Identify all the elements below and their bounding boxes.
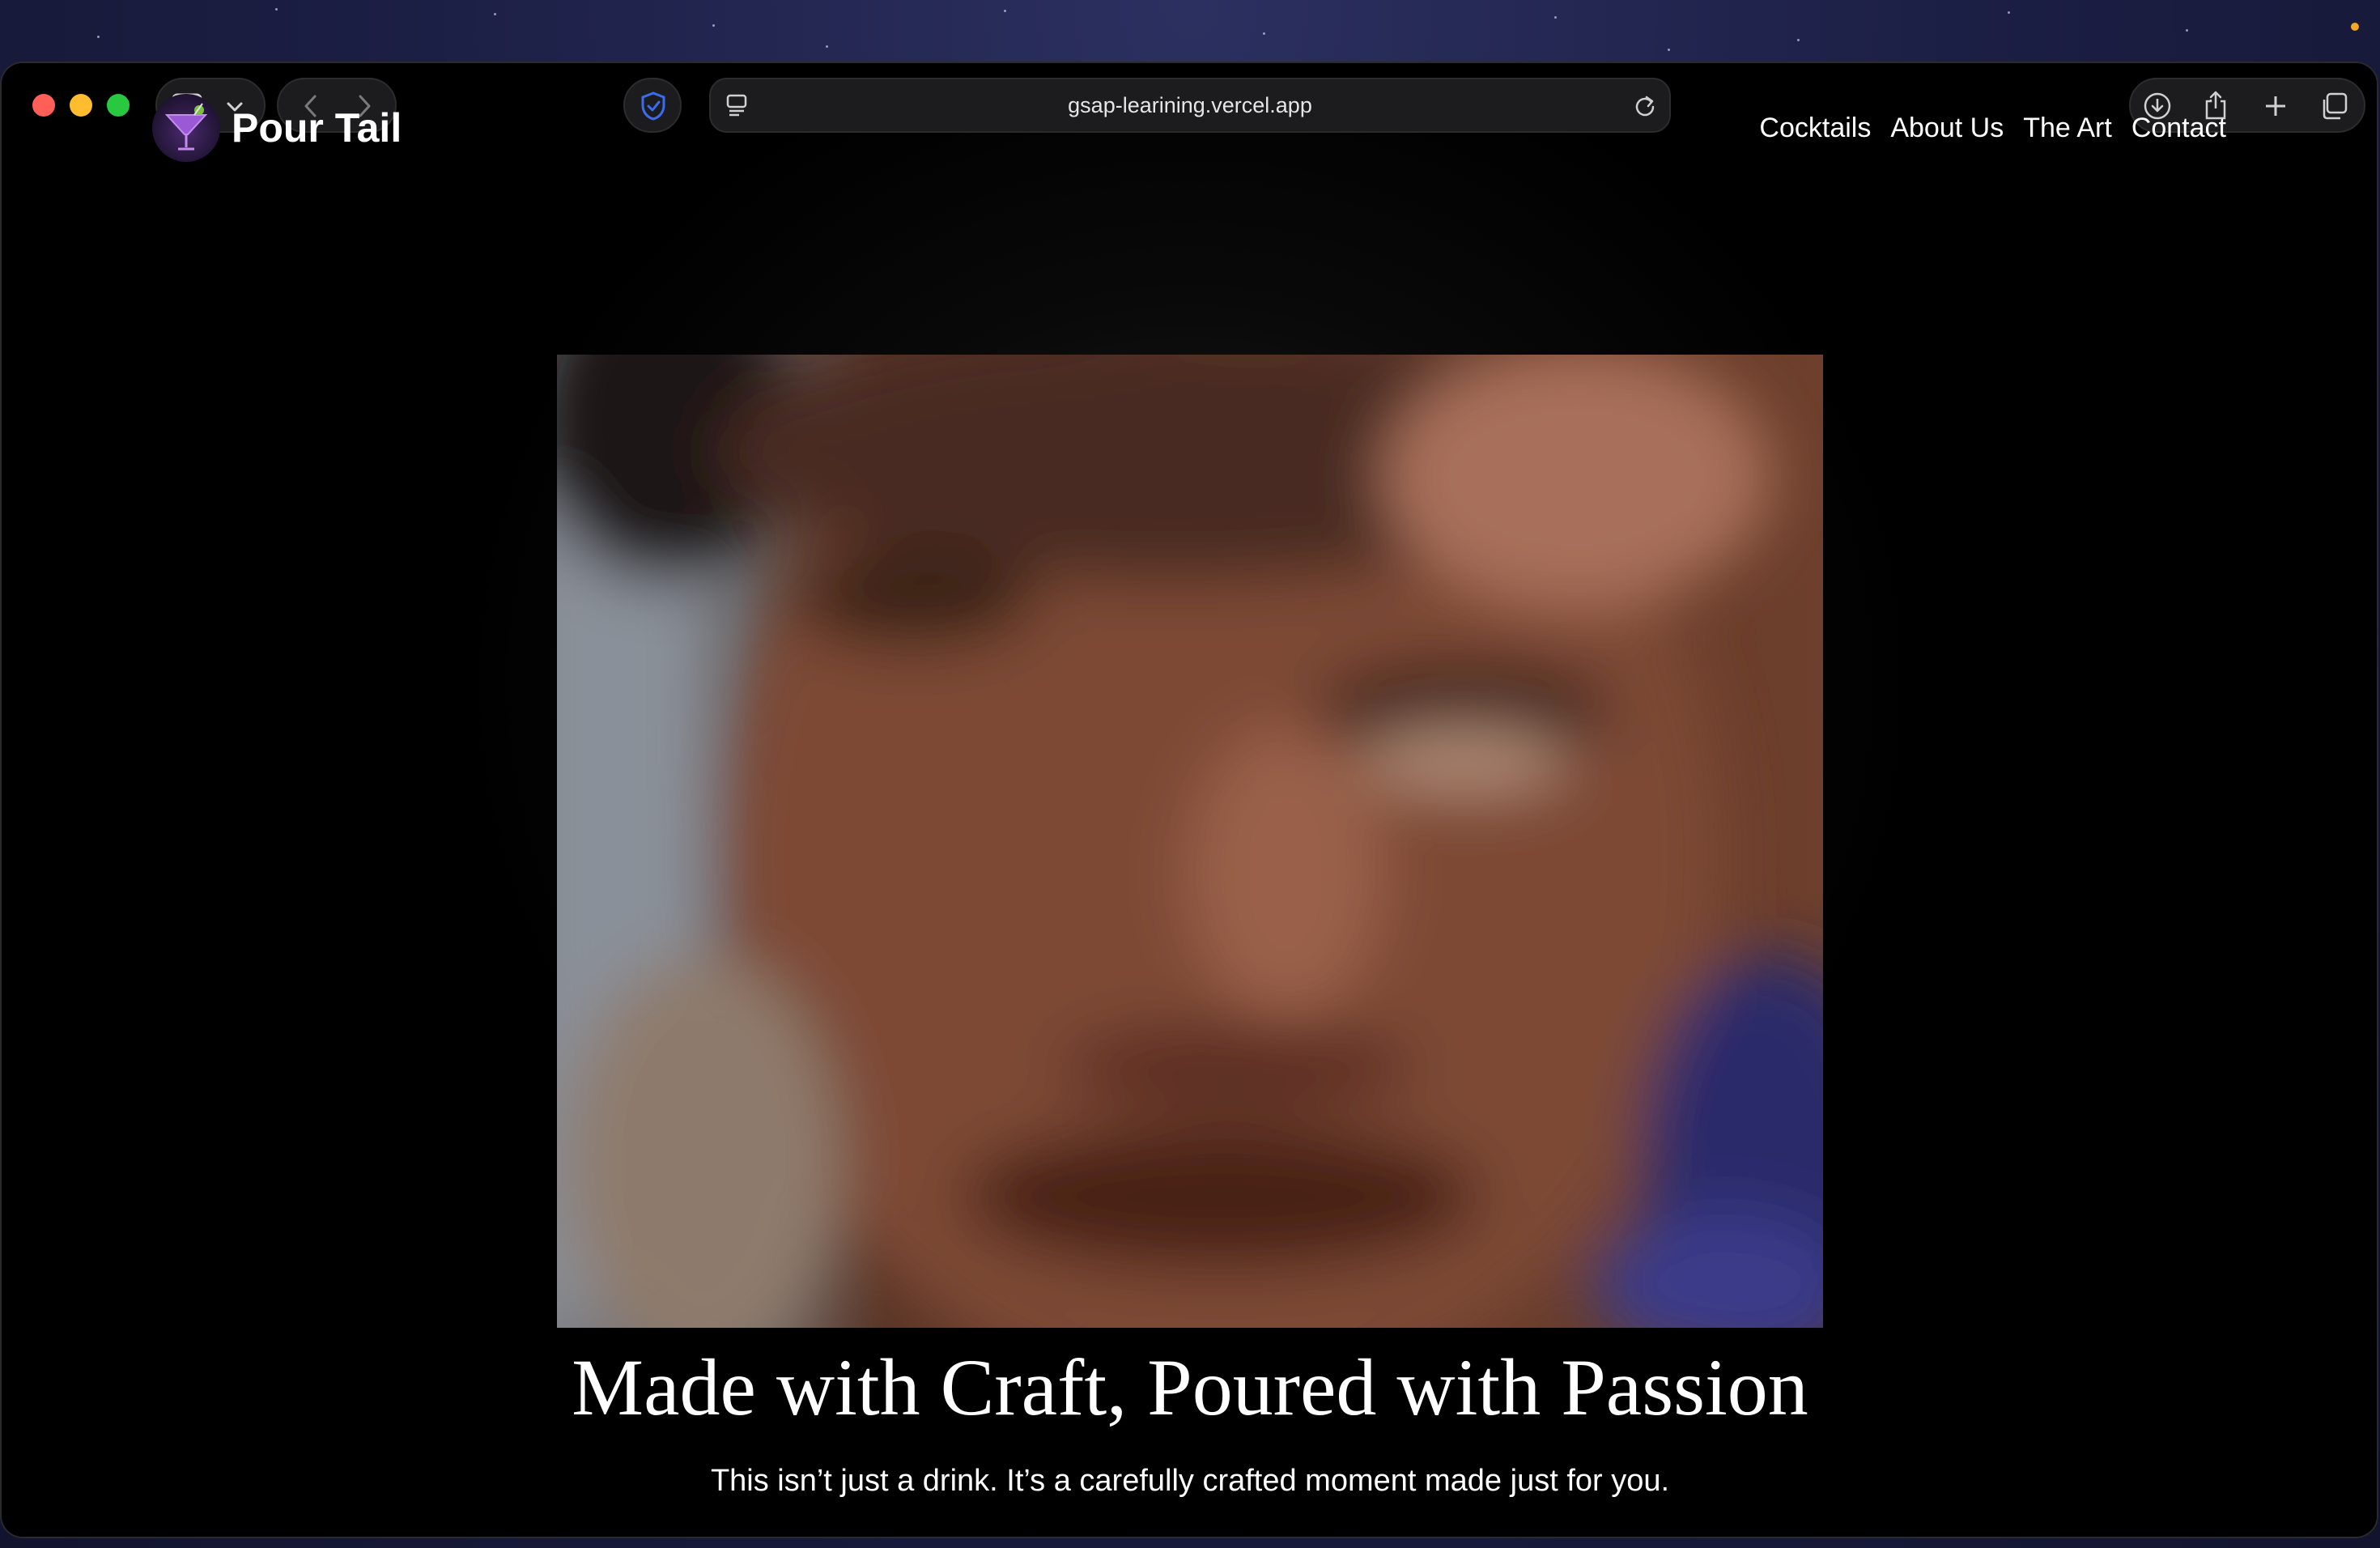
minimize-window-button[interactable] <box>70 94 92 117</box>
zoom-window-button[interactable] <box>107 94 130 117</box>
tabs-overview-icon[interactable] <box>2318 91 2349 121</box>
nav-link-about-us[interactable]: About Us <box>1890 110 2004 146</box>
hero-title: Made with Craft, Poured with Passion <box>572 1342 1808 1432</box>
nav-link-contact[interactable]: Contact <box>2131 110 2226 146</box>
main-nav: Cocktails About Us The Art Contact <box>1759 110 2226 146</box>
status-dot <box>2351 23 2359 31</box>
close-window-button[interactable] <box>32 94 55 117</box>
nav-link-cocktails[interactable]: Cocktails <box>1759 110 1871 146</box>
shield-icon <box>638 91 669 121</box>
privacy-shield-button[interactable] <box>623 78 682 133</box>
brand-logo[interactable] <box>152 94 220 162</box>
reload-icon[interactable] <box>1632 92 1658 118</box>
url-text: gsap-learining.vercel.app <box>1068 92 1312 117</box>
address-bar[interactable]: gsap-learining.vercel.app <box>709 78 1671 133</box>
hero-photo-blurred <box>557 355 1823 1328</box>
cocktail-glass-icon <box>164 103 208 151</box>
plus-icon[interactable] <box>2260 91 2291 121</box>
nav-link-the-art[interactable]: The Art <box>2023 110 2112 146</box>
brand-name[interactable]: Pour Tail <box>232 104 402 152</box>
hero-subtitle: This isn’t just a drink. It’s a carefull… <box>710 1464 1670 1498</box>
